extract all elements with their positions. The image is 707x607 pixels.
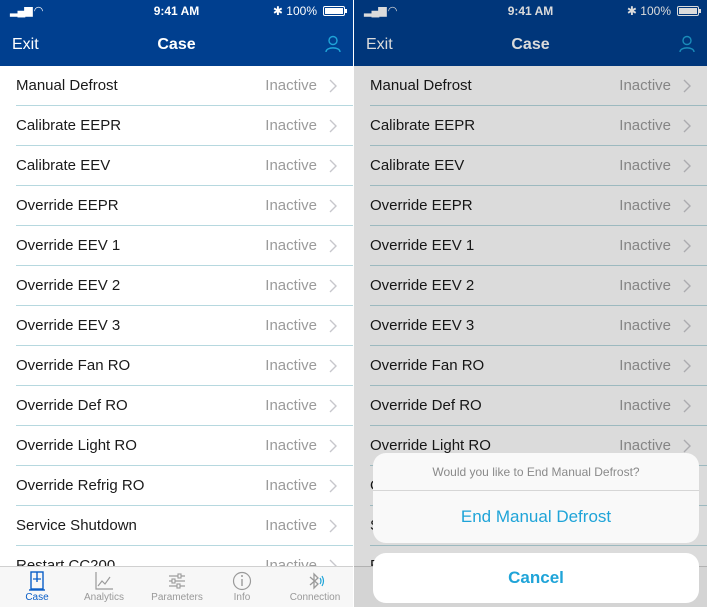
list-item[interactable]: Calibrate EEV Inactive — [0, 146, 353, 186]
chevron-right-icon — [329, 199, 337, 213]
user-icon[interactable] — [323, 34, 343, 54]
list-item-status: Inactive — [265, 77, 317, 94]
chevron-right-icon — [329, 119, 337, 133]
list-item[interactable]: Restart CC200 Inactive — [0, 546, 353, 566]
exit-button[interactable]: Exit — [12, 36, 39, 54]
list-item-status: Inactive — [265, 317, 317, 334]
chevron-right-icon — [329, 399, 337, 413]
tab-case[interactable]: Case — [2, 570, 72, 603]
chevron-right-icon — [329, 159, 337, 173]
info-icon — [207, 570, 277, 592]
cancel-button[interactable]: Cancel — [373, 553, 699, 603]
list-item-status: Inactive — [265, 237, 317, 254]
tab-label: Analytics — [83, 592, 124, 603]
list-item-label: Override EEV 3 — [16, 317, 121, 334]
list-item-status: Inactive — [265, 517, 317, 534]
list-item-label: Calibrate EEV — [16, 157, 111, 174]
list-item-status: Inactive — [265, 357, 317, 374]
list-item-status: Inactive — [265, 117, 317, 134]
list-item[interactable]: Override Refrig RO Inactive — [0, 466, 353, 506]
tab-label: Parameters — [151, 592, 203, 603]
tab-info[interactable]: Info — [207, 570, 277, 603]
tab-connection[interactable]: Connection — [280, 570, 350, 603]
list-item-label: Manual Defrost — [16, 77, 118, 94]
list-item[interactable]: Calibrate EEPR Inactive — [0, 106, 353, 146]
tab-bar: Case Analytics Parameters Info Connection — [0, 566, 353, 607]
bluetooth-icon — [280, 570, 350, 592]
action-sheet: Would you like to End Manual Defrost? End… — [373, 453, 699, 543]
action-sheet-message: Would you like to End Manual Defrost? — [373, 453, 699, 491]
battery-icon — [323, 6, 347, 16]
chevron-right-icon — [329, 559, 337, 566]
list-item[interactable]: Manual Defrost Inactive — [0, 66, 353, 106]
list-item-label: Override Def RO — [16, 397, 128, 414]
list-item[interactable]: Override EEV 1 Inactive — [0, 226, 353, 266]
list-item-label: Override Fan RO — [16, 357, 131, 374]
list-item[interactable]: Override EEV 3 Inactive — [0, 306, 353, 346]
tab-analytics[interactable]: Analytics — [69, 570, 139, 603]
tab-label: Connection — [289, 592, 341, 603]
sliders-icon — [142, 570, 212, 592]
list-item-label: Calibrate EEPR — [16, 117, 122, 134]
list-item-label: Override Refrig RO — [16, 477, 145, 494]
page-title: Case — [157, 36, 196, 53]
list-item-status: Inactive — [265, 277, 317, 294]
list-item-label: Restart CC200 — [16, 557, 116, 566]
chevron-right-icon — [329, 79, 337, 93]
tab-parameters[interactable]: Parameters — [142, 570, 212, 603]
list-item[interactable]: Override Fan RO Inactive — [0, 346, 353, 386]
end-manual-defrost-button[interactable]: End Manual Defrost — [373, 491, 699, 543]
list-item-label: Override EEV 2 — [16, 277, 121, 294]
list-item[interactable]: Override Light RO Inactive — [0, 426, 353, 466]
list-item[interactable]: Override EEPR Inactive — [0, 186, 353, 226]
list-item-label: Override EEV 1 — [16, 237, 121, 254]
list-item-status: Inactive — [265, 437, 317, 454]
list-item[interactable]: Override EEV 2 Inactive — [0, 266, 353, 306]
list-item[interactable]: Service Shutdown Inactive — [0, 506, 353, 546]
list-item-status: Inactive — [265, 197, 317, 214]
chevron-right-icon — [329, 439, 337, 453]
chevron-right-icon — [329, 519, 337, 533]
nav-bar: Exit Case — [0, 22, 353, 66]
tab-label: Case — [25, 592, 49, 603]
list-item-label: Service Shutdown — [16, 517, 137, 534]
case-screen-with-dialog: ▂▄▆ ◠ 9:41 AM ✱ 100% Exit Case Manual De… — [354, 0, 707, 607]
bluetooth-status-icon: ✱ — [272, 4, 287, 18]
chevron-right-icon — [329, 279, 337, 293]
list-item-label: Override EEPR — [16, 197, 119, 214]
list-item[interactable]: Override Def RO Inactive — [0, 386, 353, 426]
chevron-right-icon — [329, 239, 337, 253]
tab-label: Info — [233, 592, 251, 603]
chevron-right-icon — [329, 479, 337, 493]
list-item-status: Inactive — [265, 157, 317, 174]
analytics-icon — [69, 570, 139, 592]
list-item-label: Override Light RO — [16, 437, 137, 454]
case-icon — [2, 570, 72, 592]
case-screen: ▂▄▆ ◠ 9:41 AM ✱ 100% Exit Case Manual De… — [0, 0, 353, 607]
battery-percent: ✱ 100% — [272, 4, 317, 18]
list-item-status: Inactive — [265, 397, 317, 414]
list-item-status: Inactive — [265, 477, 317, 494]
chevron-right-icon — [329, 319, 337, 333]
status-bar: ▂▄▆ ◠ 9:41 AM ✱ 100% — [0, 0, 353, 22]
chevron-right-icon — [329, 359, 337, 373]
case-action-list: Manual Defrost Inactive Calibrate EEPR Inac… — [0, 66, 353, 566]
list-item-status: Inactive — [265, 557, 317, 566]
